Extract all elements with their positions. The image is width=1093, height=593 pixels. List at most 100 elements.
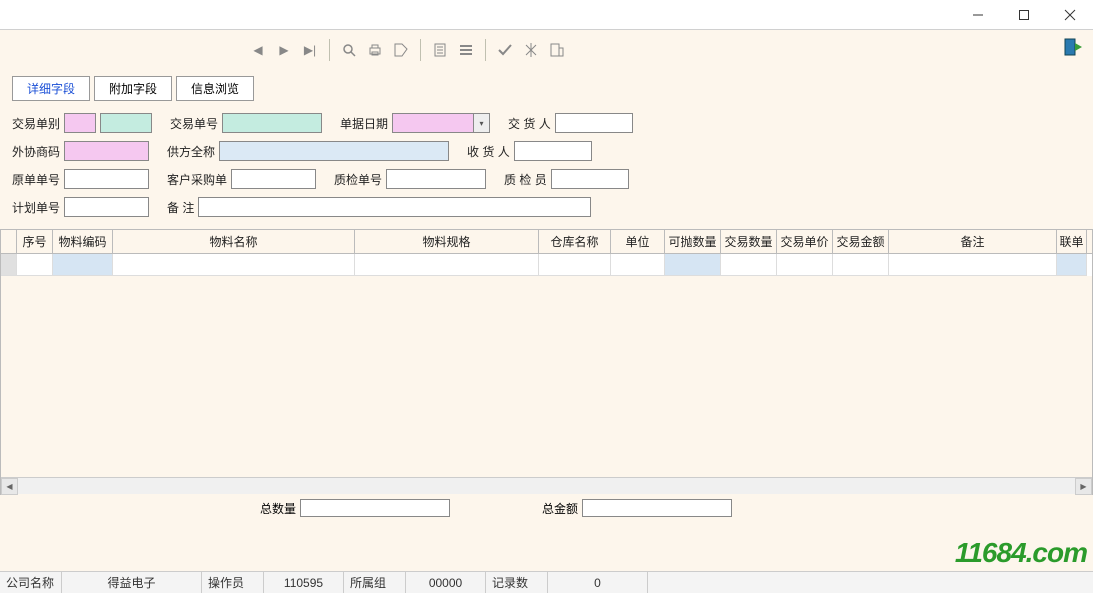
cell[interactable] — [539, 254, 611, 276]
cell[interactable] — [113, 254, 355, 276]
qc-person-input[interactable] — [551, 169, 629, 189]
label-deliverer: 交 货 人 — [508, 115, 551, 132]
status-records-value: 0 — [548, 572, 648, 593]
print-icon[interactable] — [362, 37, 388, 63]
label-cust-po: 客户采购单 — [167, 171, 227, 188]
status-group-value: 00000 — [406, 572, 486, 593]
label-doc-date: 单据日期 — [340, 115, 388, 132]
close-button[interactable] — [1047, 0, 1093, 30]
title-bar — [0, 0, 1093, 30]
grid-row[interactable] — [1, 254, 1092, 276]
maximize-button[interactable] — [1001, 0, 1047, 30]
col-tx-amount[interactable]: 交易金额 — [833, 230, 889, 253]
check-icon[interactable] — [492, 37, 518, 63]
label-orig-no: 原单单号 — [12, 171, 60, 188]
status-company-label: 公司名称 — [0, 572, 62, 593]
plan-no-input[interactable] — [64, 197, 149, 217]
tab-detail-fields[interactable]: 详细字段 — [12, 76, 90, 101]
approve-icon[interactable] — [518, 37, 544, 63]
exit-icon[interactable] — [1063, 36, 1085, 58]
col-tx-qty[interactable]: 交易数量 — [721, 230, 777, 253]
cell[interactable] — [777, 254, 833, 276]
toolbar-separator — [329, 39, 330, 61]
document-icon[interactable] — [427, 37, 453, 63]
tag-icon[interactable] — [388, 37, 414, 63]
scroll-right-button[interactable]: ▶ — [1075, 478, 1092, 495]
cell[interactable] — [721, 254, 777, 276]
col-tx-price[interactable]: 交易单价 — [777, 230, 833, 253]
deliverer-input[interactable] — [555, 113, 633, 133]
total-qty-input[interactable] — [300, 499, 450, 517]
nav-next-icon[interactable]: ▶ — [271, 37, 297, 63]
status-group-label: 所属组 — [344, 572, 406, 593]
cell[interactable] — [665, 254, 721, 276]
col-material-spec[interactable]: 物料规格 — [355, 230, 539, 253]
tx-type-code-input[interactable] — [64, 113, 96, 133]
status-company-value: 得益电子 — [62, 572, 202, 593]
cell[interactable] — [889, 254, 1057, 276]
tx-no-input[interactable] — [222, 113, 322, 133]
qc-no-input[interactable] — [386, 169, 486, 189]
label-supplier-code: 外协商码 — [12, 143, 60, 160]
label-receiver: 收 货 人 — [467, 143, 510, 160]
nav-prev-icon[interactable]: ◀ — [245, 37, 271, 63]
label-total-amount: 总金额 — [542, 500, 578, 517]
cust-po-input[interactable] — [231, 169, 316, 189]
tab-additional-fields[interactable]: 附加字段 — [94, 76, 172, 101]
label-tx-type: 交易单别 — [12, 115, 60, 132]
scroll-left-button[interactable]: ◀ — [1, 478, 18, 495]
label-qc-person: 质 检 员 — [504, 171, 547, 188]
list-icon[interactable] — [453, 37, 479, 63]
scroll-track[interactable] — [18, 478, 1075, 494]
col-unit[interactable]: 单位 — [611, 230, 665, 253]
grid-empty-area — [1, 276, 1092, 498]
toolbar-separator — [420, 39, 421, 61]
tx-type-name-input[interactable] — [100, 113, 152, 133]
total-amount-input[interactable] — [582, 499, 732, 517]
col-warehouse[interactable]: 仓库名称 — [539, 230, 611, 253]
label-supplier-name: 供方全称 — [167, 143, 215, 160]
status-operator-label: 操作员 — [202, 572, 264, 593]
watermark: 11684.com — [955, 537, 1087, 569]
col-avail-qty[interactable]: 可抛数量 — [665, 230, 721, 253]
search-icon[interactable] — [336, 37, 362, 63]
form-area: 交易单别 交易单号 单据日期 ▾ 交 货 人 外协商码 供方全称 收 货 人 原… — [0, 101, 1093, 229]
toolbar: ◀ ▶ ▶| — [0, 30, 1093, 70]
status-bar: 公司名称 得益电子 操作员 110595 所属组 00000 记录数 0 — [0, 571, 1093, 593]
horizontal-scrollbar[interactable]: ◀ ▶ — [1, 477, 1092, 494]
grid-header: 序号 物料编码 物料名称 物料规格 仓库名称 单位 可抛数量 交易数量 交易单价… — [1, 230, 1092, 254]
orig-no-input[interactable] — [64, 169, 149, 189]
grid-row-selector[interactable] — [1, 254, 17, 276]
status-operator-value: 110595 — [264, 572, 344, 593]
nav-last-icon[interactable]: ▶| — [297, 37, 323, 63]
col-material-name[interactable]: 物料名称 — [113, 230, 355, 253]
label-qc-no: 质检单号 — [334, 171, 382, 188]
col-linked[interactable]: 联单 — [1057, 230, 1087, 253]
label-remark: 备 注 — [167, 199, 194, 216]
totals-bar: 总数量 总金额 — [0, 495, 1093, 521]
toolbar-separator — [485, 39, 486, 61]
cell[interactable] — [17, 254, 53, 276]
remark-input[interactable] — [198, 197, 591, 217]
minimize-button[interactable] — [955, 0, 1001, 30]
status-records-label: 记录数 — [486, 572, 548, 593]
tab-info-browse[interactable]: 信息浏览 — [176, 76, 254, 101]
doc-date-dropdown-button[interactable]: ▾ — [474, 113, 490, 133]
supplier-name-input[interactable] — [219, 141, 449, 161]
cell[interactable] — [355, 254, 539, 276]
col-material-code[interactable]: 物料编码 — [53, 230, 113, 253]
col-seq[interactable]: 序号 — [17, 230, 53, 253]
cell[interactable] — [53, 254, 113, 276]
label-plan-no: 计划单号 — [12, 199, 60, 216]
export-icon[interactable] — [544, 37, 570, 63]
data-grid[interactable]: 序号 物料编码 物料名称 物料规格 仓库名称 单位 可抛数量 交易数量 交易单价… — [0, 229, 1093, 495]
doc-date-input[interactable] — [392, 113, 474, 133]
cell[interactable] — [1057, 254, 1087, 276]
cell[interactable] — [833, 254, 889, 276]
supplier-code-input[interactable] — [64, 141, 149, 161]
receiver-input[interactable] — [514, 141, 592, 161]
cell[interactable] — [611, 254, 665, 276]
label-total-qty: 总数量 — [260, 500, 296, 517]
label-tx-no: 交易单号 — [170, 115, 218, 132]
col-remark[interactable]: 备注 — [889, 230, 1057, 253]
